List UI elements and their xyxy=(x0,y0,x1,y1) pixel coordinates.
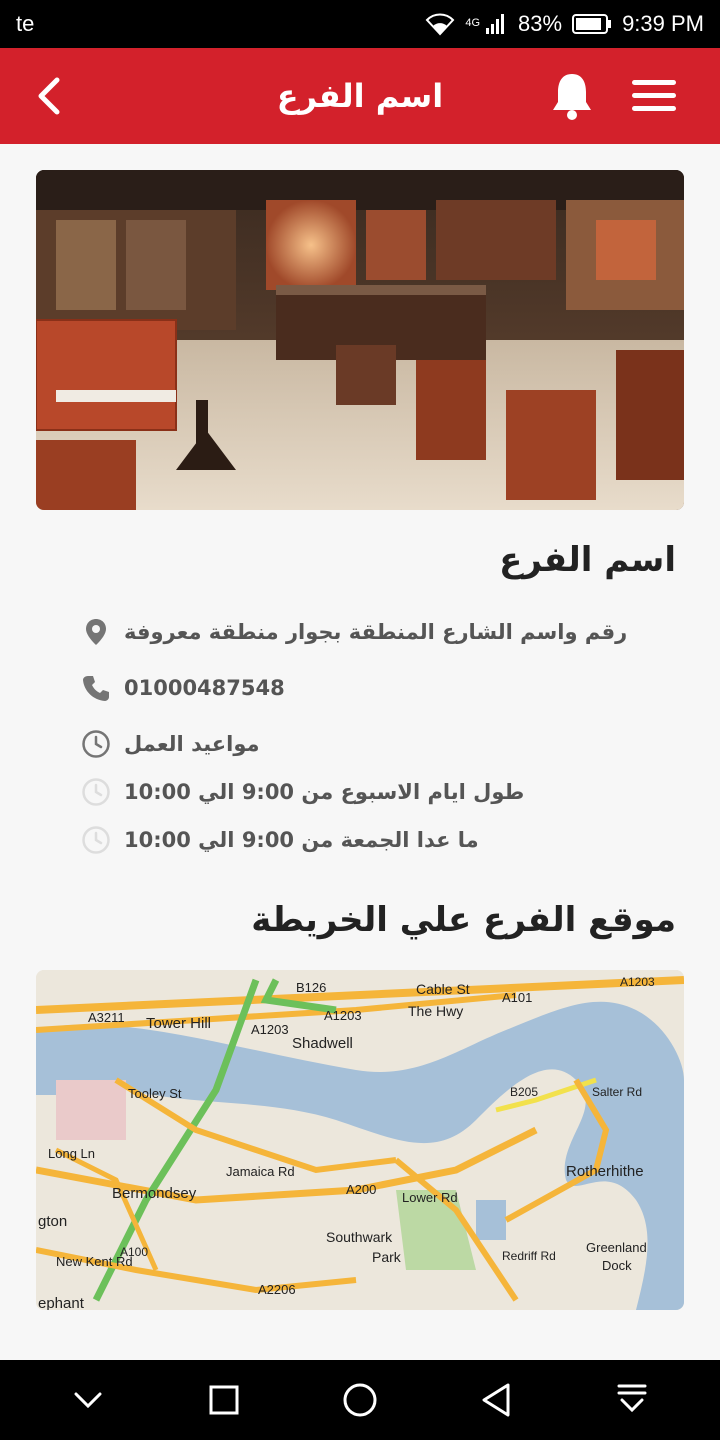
recents-button[interactable] xyxy=(194,1370,254,1430)
map-label: Jamaica Rd xyxy=(226,1164,295,1179)
restaurant-interior-image xyxy=(36,170,684,510)
map-label: The Hwy xyxy=(408,1003,463,1019)
chevron-down-icon xyxy=(74,1392,102,1409)
map-label: Shadwell xyxy=(292,1035,353,1052)
map-label: gton xyxy=(38,1213,67,1230)
clock-icon xyxy=(80,776,112,808)
map-label: Southwark xyxy=(326,1229,393,1245)
triangle-back-icon xyxy=(482,1383,510,1417)
hamburger-menu-icon xyxy=(632,80,676,111)
map-label: Dock xyxy=(602,1258,632,1273)
map-label: Salter Rd xyxy=(592,1085,642,1099)
map-label: Greenland xyxy=(586,1240,647,1255)
map-label: ephant xyxy=(38,1295,85,1310)
map-label: Cable St xyxy=(416,981,470,997)
map-label: B205 xyxy=(510,1085,538,1099)
map-label: Rotherhithe xyxy=(566,1163,644,1180)
hours-label-row: مواعيد العمل xyxy=(80,722,680,766)
menu-button[interactable] xyxy=(628,76,680,116)
map-label: Tooley St xyxy=(128,1086,182,1101)
map-canvas: Tower Hill Shadwell Cable St The Hwy B12… xyxy=(36,970,684,1310)
bell-icon xyxy=(553,74,591,120)
map-label: A1203 xyxy=(324,1008,362,1023)
branch-map[interactable]: Tower Hill Shadwell Cable St The Hwy B12… xyxy=(36,970,684,1310)
map-label: A101 xyxy=(502,990,532,1005)
home-button[interactable] xyxy=(330,1370,390,1430)
system-nav-bar xyxy=(0,1360,720,1440)
circle-icon xyxy=(343,1383,377,1417)
pull-down-icon xyxy=(617,1384,647,1413)
hide-nav-button[interactable] xyxy=(58,1370,118,1430)
network-type: 4G xyxy=(465,17,481,29)
map-label: Redriff Rd xyxy=(502,1249,556,1263)
map-label: New Kent Rd xyxy=(56,1254,133,1269)
map-label: B126 xyxy=(296,980,326,995)
map-label: Bermondsey xyxy=(112,1185,197,1202)
square-icon xyxy=(209,1385,239,1415)
map-label: A2206 xyxy=(258,1282,296,1297)
clock: 9:39 PM xyxy=(622,11,704,36)
hours-weekdays-text: طول ايام الاسبوع من 9:00 الي 10:00 xyxy=(124,780,525,804)
signal-icon xyxy=(486,14,505,34)
app-bar: اسم الفرع xyxy=(0,48,720,144)
map-label: A3211 xyxy=(88,1010,125,1025)
wifi-icon xyxy=(425,13,455,36)
hours-friday-row: ما عدا الجمعة من 9:00 الي 10:00 xyxy=(80,818,680,862)
hours-weekdays-row: طول ايام الاسبوع من 9:00 الي 10:00 xyxy=(80,770,680,814)
map-label: A1203 xyxy=(251,1022,289,1037)
branch-name: اسم الفرع xyxy=(499,540,676,580)
phone-icon xyxy=(80,672,112,704)
phone-text: 01000487548 xyxy=(124,676,285,700)
map-label: Tower Hill xyxy=(146,1015,211,1032)
map-label: Lower Rd xyxy=(402,1190,458,1205)
map-section-title: موقع الفرع علي الخريطة xyxy=(251,900,676,940)
battery-percent: 83% xyxy=(518,11,563,36)
system-back-button[interactable] xyxy=(466,1370,526,1430)
hours-label-text: مواعيد العمل xyxy=(124,732,260,756)
branch-photo xyxy=(36,170,684,510)
map-label: Park xyxy=(372,1249,402,1265)
clock-icon xyxy=(80,824,112,856)
address-text: رقم واسم الشارع المنطقة بجوار منطقة معرو… xyxy=(124,620,628,644)
clock-icon xyxy=(80,728,112,760)
carrier-label: te xyxy=(16,11,35,36)
phone-row[interactable]: 01000487548 xyxy=(80,666,680,710)
map-label: A1203 xyxy=(620,975,655,989)
address-row: رقم واسم الشارع المنطقة بجوار منطقة معرو… xyxy=(80,610,680,654)
notifications-button[interactable] xyxy=(548,70,596,122)
battery-icon xyxy=(572,14,612,34)
notification-pull-button[interactable] xyxy=(602,1370,662,1430)
hours-friday-text: ما عدا الجمعة من 9:00 الي 10:00 xyxy=(124,828,479,852)
map-label: A200 xyxy=(346,1182,376,1197)
status-indicators: 4G 83% 9:39 PM xyxy=(425,11,704,37)
location-pin-icon xyxy=(80,616,112,648)
status-bar: te 4G 83% 9:39 PM xyxy=(0,0,720,48)
map-label: Long Ln xyxy=(48,1146,95,1161)
page-title: اسم الفرع xyxy=(276,77,444,115)
